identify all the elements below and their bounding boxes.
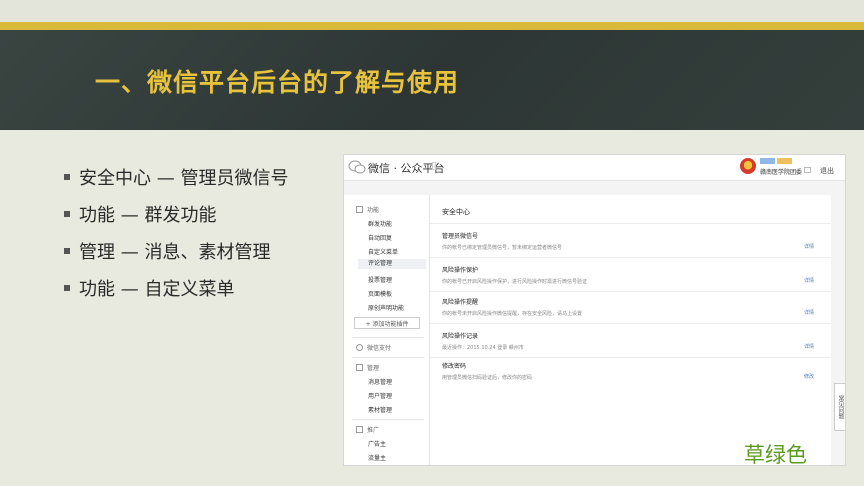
sidebar-divider xyxy=(352,357,424,358)
sidebar-section-manage: 管理 xyxy=(356,363,379,372)
megaphone-icon xyxy=(356,426,363,433)
bullet-item: 功能 — 群发功能 xyxy=(64,195,288,232)
grid-icon xyxy=(356,206,363,213)
sidebar-item-materials[interactable]: 素材管理 xyxy=(368,405,392,414)
account-avatar[interactable] xyxy=(740,158,756,174)
security-row-reminder: 风险操作提醒 你的帐号未开启风险操作微信提醒，存在安全风险，请马上设置 详情 xyxy=(442,297,822,317)
account-name[interactable]: 赣南医学院团委 xyxy=(760,167,802,176)
brand-badge: ​ xyxy=(432,162,436,170)
faq-tab[interactable]: 常见问题 xyxy=(834,383,845,431)
level-tag xyxy=(777,158,792,164)
bullet-icon xyxy=(64,247,70,254)
wechat-admin-screenshot: 微信 · 公众平台 ​ 赣南医学院团委 退出 功能 群发功能 自动回复 自定义菜… xyxy=(343,154,846,466)
bullet-text: 功能 — 群发功能 xyxy=(79,204,217,226)
slide-title: 一、微信平台后台的了解与使用 xyxy=(95,68,460,97)
row-description: 你的帐号已开启风险操作保护，进行风险操作时需进行微信号验证 xyxy=(442,279,588,285)
pay-icon xyxy=(356,344,363,351)
row-divider xyxy=(430,291,831,292)
bullet-icon xyxy=(64,210,70,217)
row-divider xyxy=(430,257,831,258)
color-note: 草绿色 xyxy=(744,443,807,467)
sidebar-divider xyxy=(352,419,424,420)
panel-title: 安全中心 xyxy=(442,208,470,216)
sidebar-item-page-templates[interactable]: 页面模板 xyxy=(368,289,392,298)
security-row-admin: 管理员微信号 你的帐号已绑定管理员微信号，暂未绑定运营者微信号 详情 xyxy=(442,231,822,251)
bullet-item: 安全中心 — 管理员微信号 xyxy=(64,158,288,195)
sidebar-item-votes[interactable]: 投票管理 xyxy=(368,275,392,284)
bullet-item: 功能 — 自定义菜单 xyxy=(64,269,288,306)
sidebar-nav: 功能 群发功能 自动回复 自定义菜单 评论管理 投票管理 页面模板 原创声明功能… xyxy=(344,195,430,465)
bullet-text: 管理 — 消息、素材管理 xyxy=(79,241,271,263)
change-password-link[interactable]: 修改 xyxy=(804,373,814,380)
sidebar-item-auto-reply[interactable]: 自动回复 xyxy=(368,233,392,242)
sidebar-item-publisher[interactable]: 流量主 xyxy=(368,453,386,462)
add-plugin-button[interactable]: + 添加功能插件 xyxy=(354,317,420,329)
row-title: 修改密码 xyxy=(442,363,467,370)
sidebar-item-original-claim[interactable]: 原创声明功能 xyxy=(368,303,404,312)
details-link[interactable]: 详情 xyxy=(804,343,814,350)
details-link[interactable]: 详情 xyxy=(804,243,814,250)
top-margin xyxy=(0,0,864,22)
sidebar-section-features: 功能 xyxy=(356,205,379,214)
row-title: 风险操作记录 xyxy=(442,333,479,340)
row-title: 风险操作保护 xyxy=(442,267,479,274)
details-link[interactable]: 详情 xyxy=(804,277,814,284)
manage-icon xyxy=(356,364,363,371)
details-link[interactable]: 详情 xyxy=(804,309,814,316)
security-row-password: 修改密码 用管理员微信扫码验证后，修改你的密码 修改 xyxy=(442,361,822,381)
verified-tag xyxy=(760,158,775,164)
row-divider xyxy=(430,357,831,358)
bullet-icon xyxy=(64,173,70,180)
bullet-item: 管理 — 消息、素材管理 xyxy=(64,232,288,269)
row-title: 风险操作提醒 xyxy=(442,299,479,306)
security-row-protection: 风险操作保护 你的帐号已开启风险操作保护，进行风险操作时需进行微信号验证 详情 xyxy=(442,265,822,285)
sidebar-section-promote: 推广 xyxy=(356,425,379,434)
bullet-icon xyxy=(64,284,70,291)
sidebar-divider xyxy=(352,337,424,338)
row-description: 最近操作：2015.10.24 登录 赣州市 xyxy=(442,345,524,351)
sidebar-item-comments[interactable]: 评论管理 xyxy=(358,259,426,269)
accent-line xyxy=(0,22,864,30)
row-description: 你的帐号未开启风险操作微信提醒，存在安全风险，请马上设置 xyxy=(442,311,583,317)
bullet-list: 安全中心 — 管理员微信号 功能 — 群发功能 管理 — 消息、素材管理 功能 … xyxy=(64,158,288,306)
row-description: 用管理员微信扫码验证后，修改你的密码 xyxy=(442,375,533,381)
bullet-text: 功能 — 自定义菜单 xyxy=(79,278,235,300)
sidebar-item-messages[interactable]: 消息管理 xyxy=(368,377,392,386)
wechat-logo-icon xyxy=(348,160,366,174)
security-row-log: 风险操作记录 最近操作：2015.10.24 登录 赣州市 详情 xyxy=(442,331,822,351)
sidebar-item-advertiser[interactable]: 广告主 xyxy=(368,439,386,448)
sidebar-item-users[interactable]: 用户管理 xyxy=(368,391,392,400)
message-icon[interactable] xyxy=(804,167,811,173)
row-description: 你的帐号已绑定管理员微信号，暂未绑定运营者微信号 xyxy=(442,245,563,251)
title-banner: 一、微信平台后台的了解与使用 xyxy=(0,30,864,130)
row-divider xyxy=(430,223,831,224)
sidebar-section-pay[interactable]: 微信支付 xyxy=(356,343,391,352)
security-center-panel: 安全中心 管理员微信号 你的帐号已绑定管理员微信号，暂未绑定运营者微信号 详情 … xyxy=(430,195,831,465)
row-divider xyxy=(430,323,831,324)
platform-header: 微信 · 公众平台 ​ 赣南医学院团委 退出 xyxy=(344,155,845,181)
bullet-text: 安全中心 — 管理员微信号 xyxy=(79,167,289,189)
sidebar-item-custom-menu[interactable]: 自定义菜单 xyxy=(368,247,398,256)
sidebar-item-mass-send[interactable]: 群发功能 xyxy=(368,219,392,228)
row-title: 管理员微信号 xyxy=(442,233,479,240)
logout-link[interactable]: 退出 xyxy=(820,166,834,176)
